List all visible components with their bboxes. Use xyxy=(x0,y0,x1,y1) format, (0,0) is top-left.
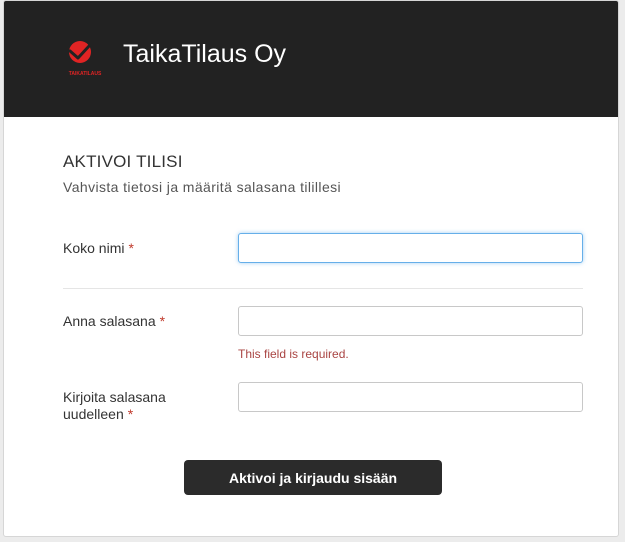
activation-card: TAIKATILAUS TaikaTilaus Oy AKTIVOI TILIS… xyxy=(3,0,619,537)
header-bar: TAIKATILAUS TaikaTilaus Oy xyxy=(4,1,618,117)
password-error-message: This field is required. xyxy=(238,347,349,361)
confirm-password-input[interactable] xyxy=(238,382,583,412)
full-name-input[interactable] xyxy=(238,233,583,263)
password-input[interactable] xyxy=(238,306,583,336)
required-marker: * xyxy=(128,240,134,256)
taikatilaus-logo-icon: TAIKATILAUS xyxy=(68,41,102,77)
confirm-password-label: Kirjoita salasana uudelleen * xyxy=(63,389,166,423)
form-divider xyxy=(63,288,583,289)
password-label: Anna salasana * xyxy=(63,313,165,330)
brand-name: TaikaTilaus Oy xyxy=(123,40,287,68)
page-subtitle: Vahvista tietosi ja määritä salasana til… xyxy=(63,179,342,195)
activate-and-login-button[interactable]: Aktivoi ja kirjaudu sisään xyxy=(184,460,442,495)
page-title: AKTIVOI TILISI xyxy=(63,152,183,171)
required-marker: * xyxy=(159,313,166,329)
logo-wordmark: TAIKATILAUS xyxy=(69,71,102,77)
full-name-label: Koko nimi * xyxy=(63,240,134,257)
confirm-password-label-line1: Kirjoita salasana xyxy=(63,389,166,405)
required-marker: * xyxy=(127,406,134,422)
full-name-label-text: Koko nimi xyxy=(63,240,125,256)
password-label-text: Anna salasana xyxy=(63,313,156,329)
confirm-password-label-line2: uudelleen xyxy=(63,406,124,422)
